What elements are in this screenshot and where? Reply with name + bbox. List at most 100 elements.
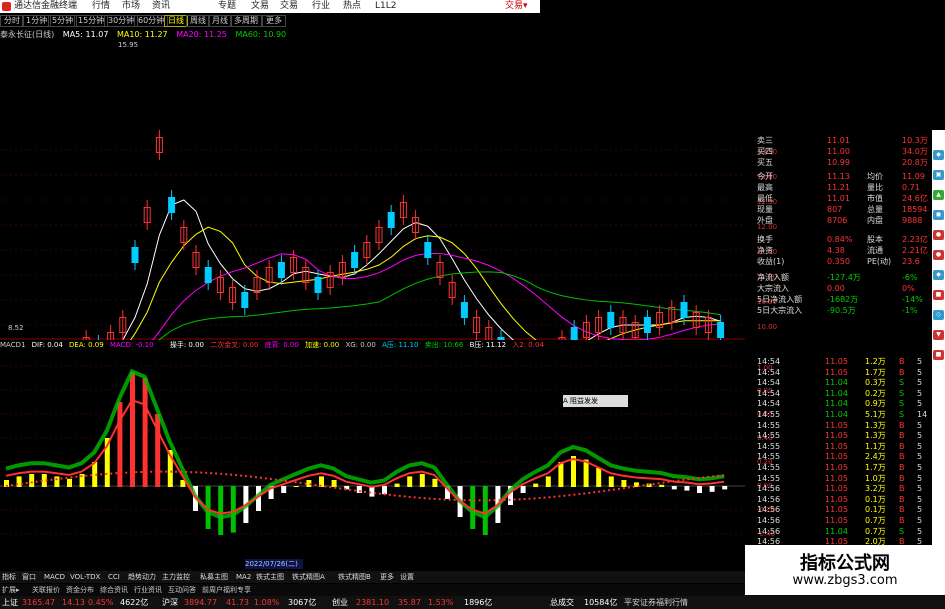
quote-value-2: 23.6 (902, 257, 920, 266)
menu-item[interactable]: 行业 (312, 0, 330, 13)
tab-indicator[interactable]: 趋势动力 (128, 571, 156, 583)
tab-indicator[interactable]: 更多 (380, 571, 394, 583)
tab-indicator[interactable]: 窗口 (22, 571, 36, 583)
candle (314, 277, 322, 293)
tick-row: 14:54 11.04 0.9万 S 5 (757, 399, 932, 409)
bottom-link[interactable]: 互动问答 (168, 584, 196, 596)
macd-bar (218, 486, 224, 535)
app-icon[interactable]: ▼ (933, 330, 944, 340)
tick-count: 5 (917, 388, 923, 398)
tick-row: 14:56 11.05 3.2万 B 5 (757, 484, 932, 494)
menu-item[interactable]: 专题 (218, 0, 236, 13)
macd-bar (722, 486, 728, 490)
popup-tag[interactable]: A 阻益发发 (563, 395, 628, 407)
bottom-link[interactable]: 前周户福利专享 (202, 584, 251, 596)
app-icon[interactable]: ▲ (933, 190, 944, 200)
quote-value: 11.21 (827, 183, 850, 192)
bottom-link[interactable]: 关联报价 (32, 584, 60, 596)
index-change: 41.73 (226, 598, 249, 607)
trade-button[interactable]: 交易▾ (505, 0, 528, 13)
app-icon[interactable]: ◇ (933, 310, 944, 320)
macd-chart[interactable] (0, 352, 745, 559)
tick-volume: 0.3万 (865, 378, 886, 388)
tab-period[interactable]: 分时 (0, 15, 24, 27)
app-icon[interactable]: ◆ (933, 270, 944, 280)
quote-row: 外盘 8706 内盘 9888 (757, 215, 932, 226)
app-icon[interactable]: ● (933, 250, 944, 260)
tab-indicator[interactable]: 私募主图 (200, 571, 228, 583)
tab-period[interactable]: 月线 (208, 15, 232, 27)
macd-bar (558, 462, 564, 487)
tab-period-active[interactable]: 日线 (164, 15, 188, 27)
candle (424, 242, 432, 258)
app-icon[interactable]: ◼ (933, 210, 944, 220)
menu-item[interactable]: 市场 (122, 0, 140, 13)
bottom-link[interactable]: 综合资讯 (100, 584, 128, 596)
app-icon[interactable]: ● (933, 230, 944, 240)
tab-period[interactable]: 1分钟 (22, 15, 52, 27)
macd-bar (659, 484, 665, 487)
tick-volume: 0.9万 (865, 399, 886, 409)
bottom-link[interactable]: 行业资讯 (134, 584, 162, 596)
app-icon[interactable]: ■ (933, 290, 944, 300)
quote-label: 净资 (757, 246, 773, 255)
price-tick: 10.00 (757, 323, 778, 331)
quote-value-2: 0% (902, 284, 915, 293)
macd-bar (583, 459, 589, 487)
tab-indicator[interactable]: VOL-TDX (70, 571, 100, 583)
quote-value: 11.01 (827, 194, 850, 203)
tab-indicator[interactable]: MACD (44, 571, 65, 583)
tab-period[interactable]: 周线 (186, 15, 210, 27)
quote-row: 大宗流入 0.00 0% (757, 283, 932, 294)
macd-bar (130, 372, 135, 487)
menu-item[interactable]: 热点 (343, 0, 361, 13)
macd-bar (382, 486, 387, 495)
broker-link[interactable]: 平安证券福利行情 (624, 596, 688, 609)
menu-item[interactable]: 行情 (92, 0, 110, 13)
tick-count: 5 (917, 463, 923, 472)
menu-item[interactable]: 资讯 (152, 0, 170, 13)
macd-bar (142, 378, 148, 487)
tab-indicator[interactable]: 铁式精图B (338, 571, 371, 583)
tab-period[interactable]: 更多 (262, 15, 286, 27)
tab-period[interactable]: 多周期 (230, 15, 262, 27)
menu-item[interactable]: L1L2 (375, 0, 396, 13)
app-icon[interactable]: ◆ (933, 150, 944, 160)
macd-bar (432, 478, 438, 487)
quote-value: -1682万 (827, 295, 859, 304)
quote-value: 4.38 (827, 246, 845, 255)
tab-indicator[interactable]: 铁式主图 (256, 571, 284, 583)
tick-row: 14:55 11.05 1.7万 B 5 (757, 463, 932, 473)
total-label: 总成交 (550, 598, 574, 607)
kline-chart[interactable]: 15.95 8.52 (0, 40, 745, 340)
bottom-link[interactable]: 扩展▸ (2, 584, 20, 596)
app-icon[interactable]: ■ (933, 350, 944, 360)
index-value: 2381.10 (356, 598, 390, 607)
tick-price: 11.05 (825, 357, 848, 366)
tab-indicator[interactable]: MA2 (236, 571, 251, 583)
macd-bar (230, 486, 236, 533)
tick-side: B (899, 431, 905, 441)
bottom-link[interactable]: 资金分布 (66, 584, 94, 596)
menu-item[interactable]: 文易 (251, 0, 269, 13)
quote-row: 净资 4.38 流通 2.21亿 (757, 245, 932, 256)
app-icon[interactable]: ▣ (933, 170, 944, 180)
tick-volume: 1.3万 (865, 420, 886, 430)
ma5-label: MA5: 11.07 (62, 30, 109, 39)
cursor-date-label: 2022/07/26(二) (245, 559, 303, 569)
tab-indicator[interactable]: 主力监控 (162, 571, 190, 583)
quote-label: 换手 (757, 235, 773, 244)
quote-label-2: PE(动) (867, 257, 892, 266)
tab-indicator[interactable]: 铁式精图A (292, 571, 325, 583)
tab-period[interactable]: 5分钟 (48, 15, 78, 27)
macd-bar (117, 402, 123, 487)
tick-side: B (899, 357, 905, 366)
quote-label: 收益(1) (757, 257, 785, 266)
menu-item[interactable]: 交易 (280, 0, 298, 13)
tab-indicator[interactable]: CCI (108, 571, 120, 583)
tab-indicator[interactable]: 设置 (400, 571, 414, 583)
tick-count: 5 (917, 441, 923, 451)
tick-count: 5 (917, 431, 923, 441)
tick-price: 11.05 (825, 473, 848, 483)
tab-indicator[interactable]: 指标 (2, 571, 16, 583)
